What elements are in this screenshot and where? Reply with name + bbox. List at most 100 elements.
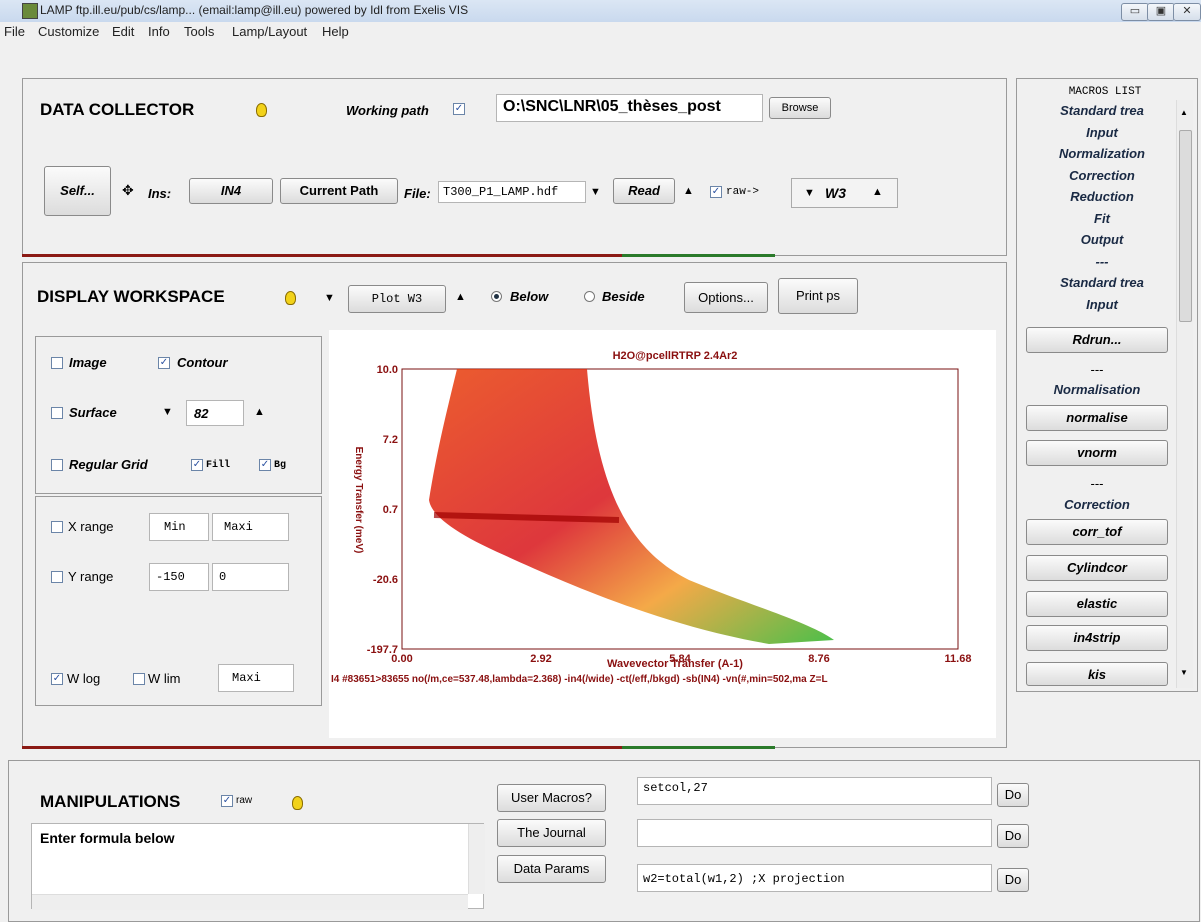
menu-tools[interactable]: Tools (184, 24, 214, 39)
regular-grid-checkbox[interactable] (51, 459, 63, 471)
ymin-field[interactable]: -150 (149, 563, 209, 591)
options-button[interactable]: Options... (684, 282, 768, 313)
plot-up-icon[interactable]: ▲ (455, 291, 466, 303)
lightbulb-icon[interactable] (292, 796, 303, 810)
macro-list-item[interactable]: Normalization (1032, 143, 1172, 165)
minimize-button[interactable]: ▭ (1121, 3, 1149, 21)
workspace-selector[interactable]: ▼ W3 ▲ (791, 178, 898, 208)
print-ps-button[interactable]: Print ps (778, 278, 858, 314)
surface-field[interactable]: 82 (186, 400, 244, 426)
do-button-3[interactable]: Do (997, 868, 1029, 892)
surface-up-icon[interactable]: ▲ (254, 406, 265, 418)
workspace-down-icon[interactable]: ▼ (804, 187, 815, 199)
title-bar: LAMP ftp.ill.eu/pub/cs/lamp... (email:la… (0, 0, 1201, 23)
close-button[interactable]: ✕ (1173, 3, 1201, 21)
xrange-checkbox[interactable] (51, 521, 63, 533)
command-field-1[interactable]: setcol,27 (637, 777, 992, 805)
read-up-arrow-icon[interactable]: ▲ (683, 185, 694, 197)
menu-info[interactable]: Info (148, 24, 170, 39)
y-axis-label: Energy Transfer (meV) (353, 447, 364, 554)
do-button-1[interactable]: Do (997, 783, 1029, 807)
macros-list: Standard trea Input Normalization Correc… (1032, 100, 1172, 315)
menu-file[interactable]: File (4, 24, 25, 39)
manip-raw-checkbox[interactable]: ✓ (221, 795, 233, 807)
wlim-checkbox[interactable] (133, 673, 145, 685)
current-path-button[interactable]: Current Path (280, 178, 398, 204)
macro-list-item[interactable]: Standard trea (1032, 100, 1172, 122)
do-button-2[interactable]: Do (997, 824, 1029, 848)
working-path-checkbox[interactable]: ✓ (453, 103, 465, 115)
plot-area[interactable]: H2O@pcellRTRP 2.4Ar2 0.00 2.92 5.84 8.76 11.… (329, 330, 996, 738)
self-button[interactable]: Self... (44, 166, 111, 216)
beside-radio[interactable] (584, 291, 595, 302)
maximize-button[interactable]: ▣ (1147, 3, 1175, 21)
file-label: File: (404, 186, 431, 201)
normalisation-label: Normalisation (1053, 382, 1141, 397)
macro-list-item[interactable]: Output (1032, 229, 1172, 251)
data-params-button[interactable]: Data Params (497, 855, 606, 883)
fill-label: Fill (206, 460, 231, 471)
macros-scrollbar[interactable]: ▲ ▼ (1176, 100, 1193, 688)
lightbulb-icon[interactable] (256, 103, 267, 117)
fill-checkbox[interactable]: ✓ (191, 459, 203, 471)
bg-checkbox[interactable]: ✓ (259, 459, 271, 471)
command-field-2[interactable] (637, 819, 992, 847)
macro-list-item[interactable]: Standard trea (1032, 272, 1172, 294)
y-tick-label: 7.2 (383, 434, 398, 446)
macro-list-item[interactable]: Correction (1032, 165, 1172, 187)
command-field-3[interactable]: w2=total(w1,2) ;X projection (637, 864, 992, 892)
browse-button[interactable]: Browse (769, 97, 831, 119)
user-macros-button[interactable]: User Macros? (497, 784, 606, 812)
journal-button[interactable]: The Journal (497, 819, 606, 847)
macro-list-item[interactable]: Input (1032, 294, 1172, 316)
file-dropdown-arrow-icon[interactable]: ▼ (590, 186, 601, 198)
macro-list-item[interactable]: Reduction (1032, 186, 1172, 208)
scroll-up-icon[interactable]: ▲ (1180, 108, 1188, 117)
vnorm-button[interactable]: vnorm (1026, 440, 1168, 466)
rdrun-button[interactable]: Rdrun... (1026, 327, 1168, 353)
instrument-button[interactable]: IN4 (189, 178, 273, 204)
formula-scrollbar[interactable] (468, 824, 485, 894)
macro-list-item[interactable]: Fit (1032, 208, 1172, 230)
formula-hscrollbar[interactable] (32, 894, 468, 910)
corr-tof-button[interactable]: corr_tof (1026, 519, 1168, 545)
scrollbar-thumb[interactable] (1179, 130, 1192, 322)
in4strip-button[interactable]: in4strip (1026, 625, 1168, 651)
surface-down-icon[interactable]: ▼ (162, 406, 173, 418)
wlim-field[interactable]: Maxi (218, 664, 294, 692)
yrange-checkbox[interactable] (51, 571, 63, 583)
contour-plot: H2O@pcellRTRP 2.4Ar2 0.00 2.92 5.84 8.76 11.… (331, 350, 971, 685)
image-checkbox[interactable] (51, 357, 63, 369)
below-radio[interactable] (491, 291, 502, 302)
plot-button[interactable]: Plot W3 (348, 285, 446, 313)
scroll-down-icon[interactable]: ▼ (1180, 668, 1188, 677)
xmax-field[interactable]: Maxi (212, 513, 289, 541)
menu-customize[interactable]: Customize (38, 24, 99, 39)
app-icon (22, 3, 38, 19)
working-path-label: Working path (346, 103, 429, 118)
working-path-field[interactable]: O:\SNC\LNR\05_thèses_post (496, 94, 763, 122)
contour-checkbox[interactable]: ✓ (158, 357, 170, 369)
ymax-field[interactable]: 0 (212, 563, 289, 591)
file-field[interactable]: T300_P1_LAMP.hdf (438, 181, 586, 203)
raw-checkbox[interactable]: ✓ (710, 186, 722, 198)
y-tick-label: 0.7 (383, 504, 398, 516)
surface-checkbox[interactable] (51, 407, 63, 419)
menu-edit[interactable]: Edit (112, 24, 134, 39)
workspace-up-icon[interactable]: ▲ (872, 186, 883, 198)
normalise-button[interactable]: normalise (1026, 405, 1168, 431)
read-button[interactable]: Read (613, 178, 675, 204)
cylindcor-button[interactable]: Cylindcor (1026, 555, 1168, 581)
plot-down-icon[interactable]: ▼ (324, 292, 335, 304)
macro-list-item[interactable]: Input (1032, 122, 1172, 144)
elastic-button[interactable]: elastic (1026, 591, 1168, 617)
menu-help[interactable]: Help (322, 24, 349, 39)
xmin-field[interactable]: Min (149, 513, 209, 541)
menu-lamp-layout[interactable]: Lamp/Layout (232, 24, 307, 39)
formula-area[interactable]: Enter formula below (31, 823, 485, 910)
beside-label: Beside (602, 289, 645, 304)
macros-header: MACROS LIST (1068, 86, 1142, 98)
kis-button[interactable]: kis (1026, 662, 1168, 686)
wlog-checkbox[interactable]: ✓ (51, 673, 63, 685)
lightbulb-icon[interactable] (285, 291, 296, 305)
